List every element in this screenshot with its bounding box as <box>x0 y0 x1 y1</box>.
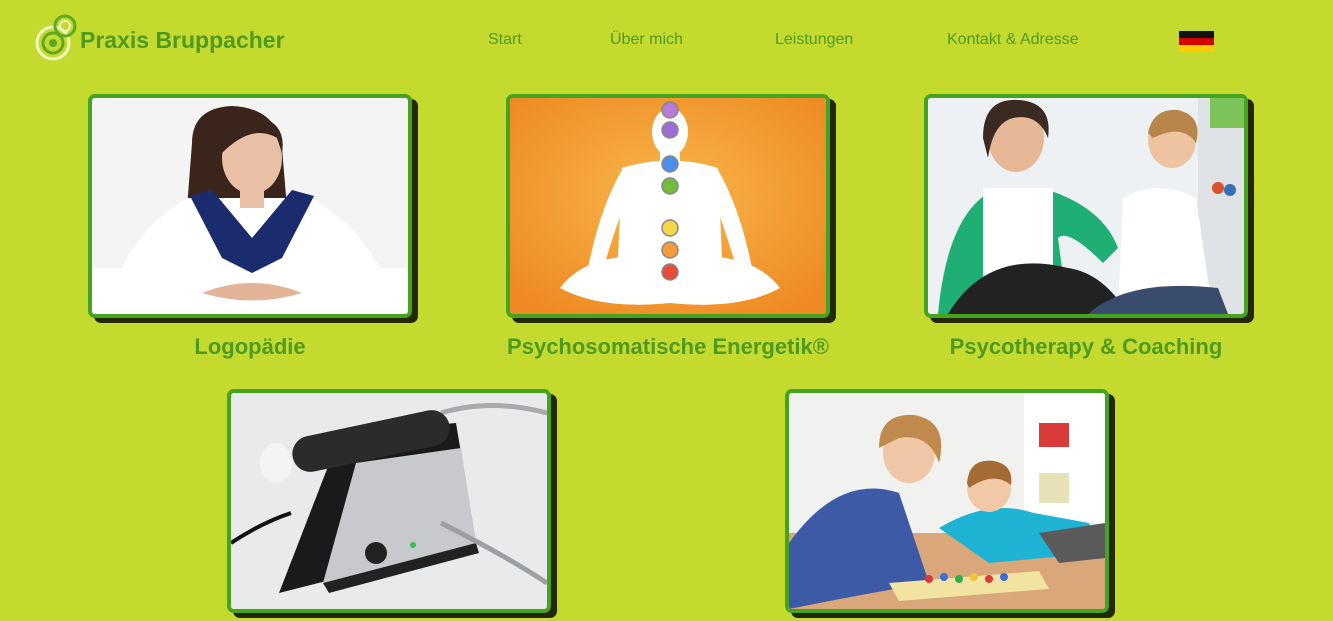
page: Praxis Bruppacher Start Über mich Leistu… <box>0 0 1333 621</box>
logo-link[interactable]: Praxis Bruppacher <box>33 12 285 62</box>
service-card-energetik[interactable] <box>506 94 830 318</box>
service-title-psychotherapy[interactable]: Psycotherapy & Coaching <box>924 333 1248 361</box>
mother-child-game-image <box>789 393 1105 609</box>
service-title-energetik[interactable]: Psychosomatische Energetik® <box>506 333 830 361</box>
spiral-logo-icon <box>35 14 77 61</box>
nav-about[interactable]: Über mich <box>610 31 683 49</box>
service-card-logopaedie[interactable] <box>88 94 412 318</box>
nav-contact[interactable]: Kontakt & Adresse <box>947 31 1079 49</box>
nav-services[interactable]: Leistungen <box>775 31 853 49</box>
therapy-device-image <box>231 393 547 609</box>
service-card-psychotherapy[interactable] <box>924 94 1248 318</box>
nav-start[interactable]: Start <box>488 31 522 49</box>
german-flag-icon[interactable] <box>1179 31 1214 52</box>
therapy-session-image <box>928 98 1244 314</box>
chakra-meditation-image <box>510 98 826 314</box>
service-card-play[interactable] <box>785 389 1109 613</box>
woman-portrait-image <box>92 98 408 314</box>
service-card-device[interactable] <box>227 389 551 613</box>
brand-name: Praxis Bruppacher <box>80 26 285 53</box>
service-title-logopaedie[interactable]: Logopädie <box>88 333 412 361</box>
